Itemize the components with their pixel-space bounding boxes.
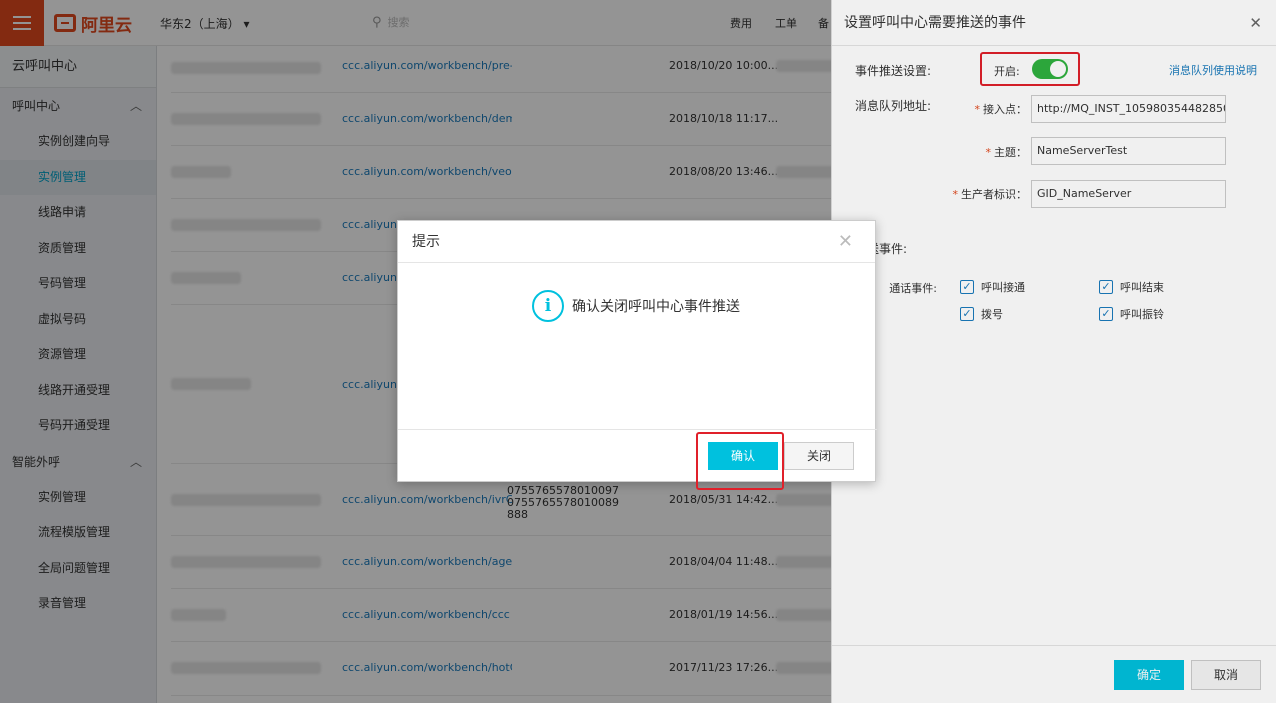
dialog-message-text: 确认关闭呼叫中心事件推送 (572, 299, 740, 315)
dialog-body: i 确认关闭呼叫中心事件推送 (398, 263, 877, 429)
dialog-header: 提示 ✕ (398, 221, 875, 263)
panel-backdrop (831, 0, 1276, 703)
dialog-title: 提示 (412, 234, 440, 250)
info-icon: i (532, 290, 564, 322)
dialog-footer: 确认 关闭 (398, 429, 877, 490)
confirm-dialog: 提示 ✕ i 确认关闭呼叫中心事件推送 确认 关闭 (397, 220, 877, 490)
dialog-message: i 确认关闭呼叫中心事件推送 (532, 290, 740, 322)
close-icon[interactable]: ✕ (838, 221, 853, 263)
dialog-close-button[interactable]: 关闭 (784, 442, 854, 470)
confirm-button[interactable]: 确认 (708, 442, 778, 470)
